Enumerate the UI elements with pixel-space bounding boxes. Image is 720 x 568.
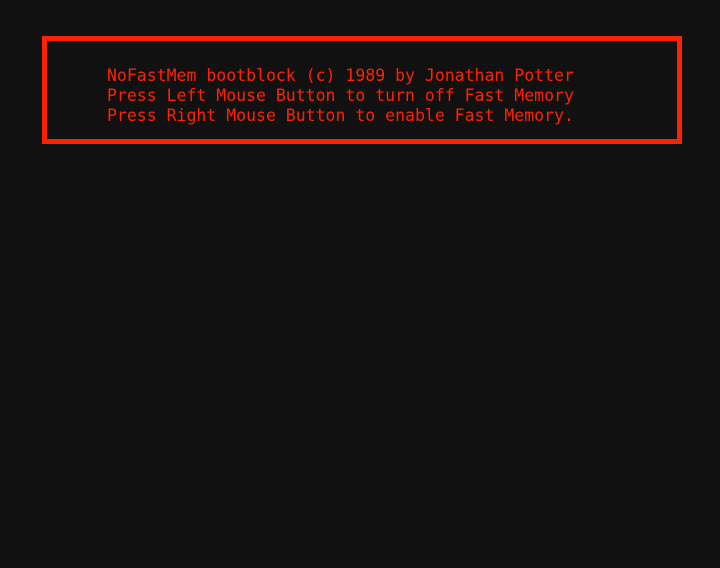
boot-screen: NoFastMem bootblock (c) 1989 by Jonathan… [0,0,720,568]
right-button-instruction: Press Right Mouse Button to enable Fast … [107,106,574,125]
left-button-instruction: Press Left Mouse Button to turn off Fast… [107,86,574,105]
copyright-line: NoFastMem bootblock (c) 1989 by Jonathan… [107,66,574,85]
message-lines: NoFastMem bootblock (c) 1989 by Jonathan… [107,66,574,126]
bootblock-message-box: NoFastMem bootblock (c) 1989 by Jonathan… [42,36,682,144]
